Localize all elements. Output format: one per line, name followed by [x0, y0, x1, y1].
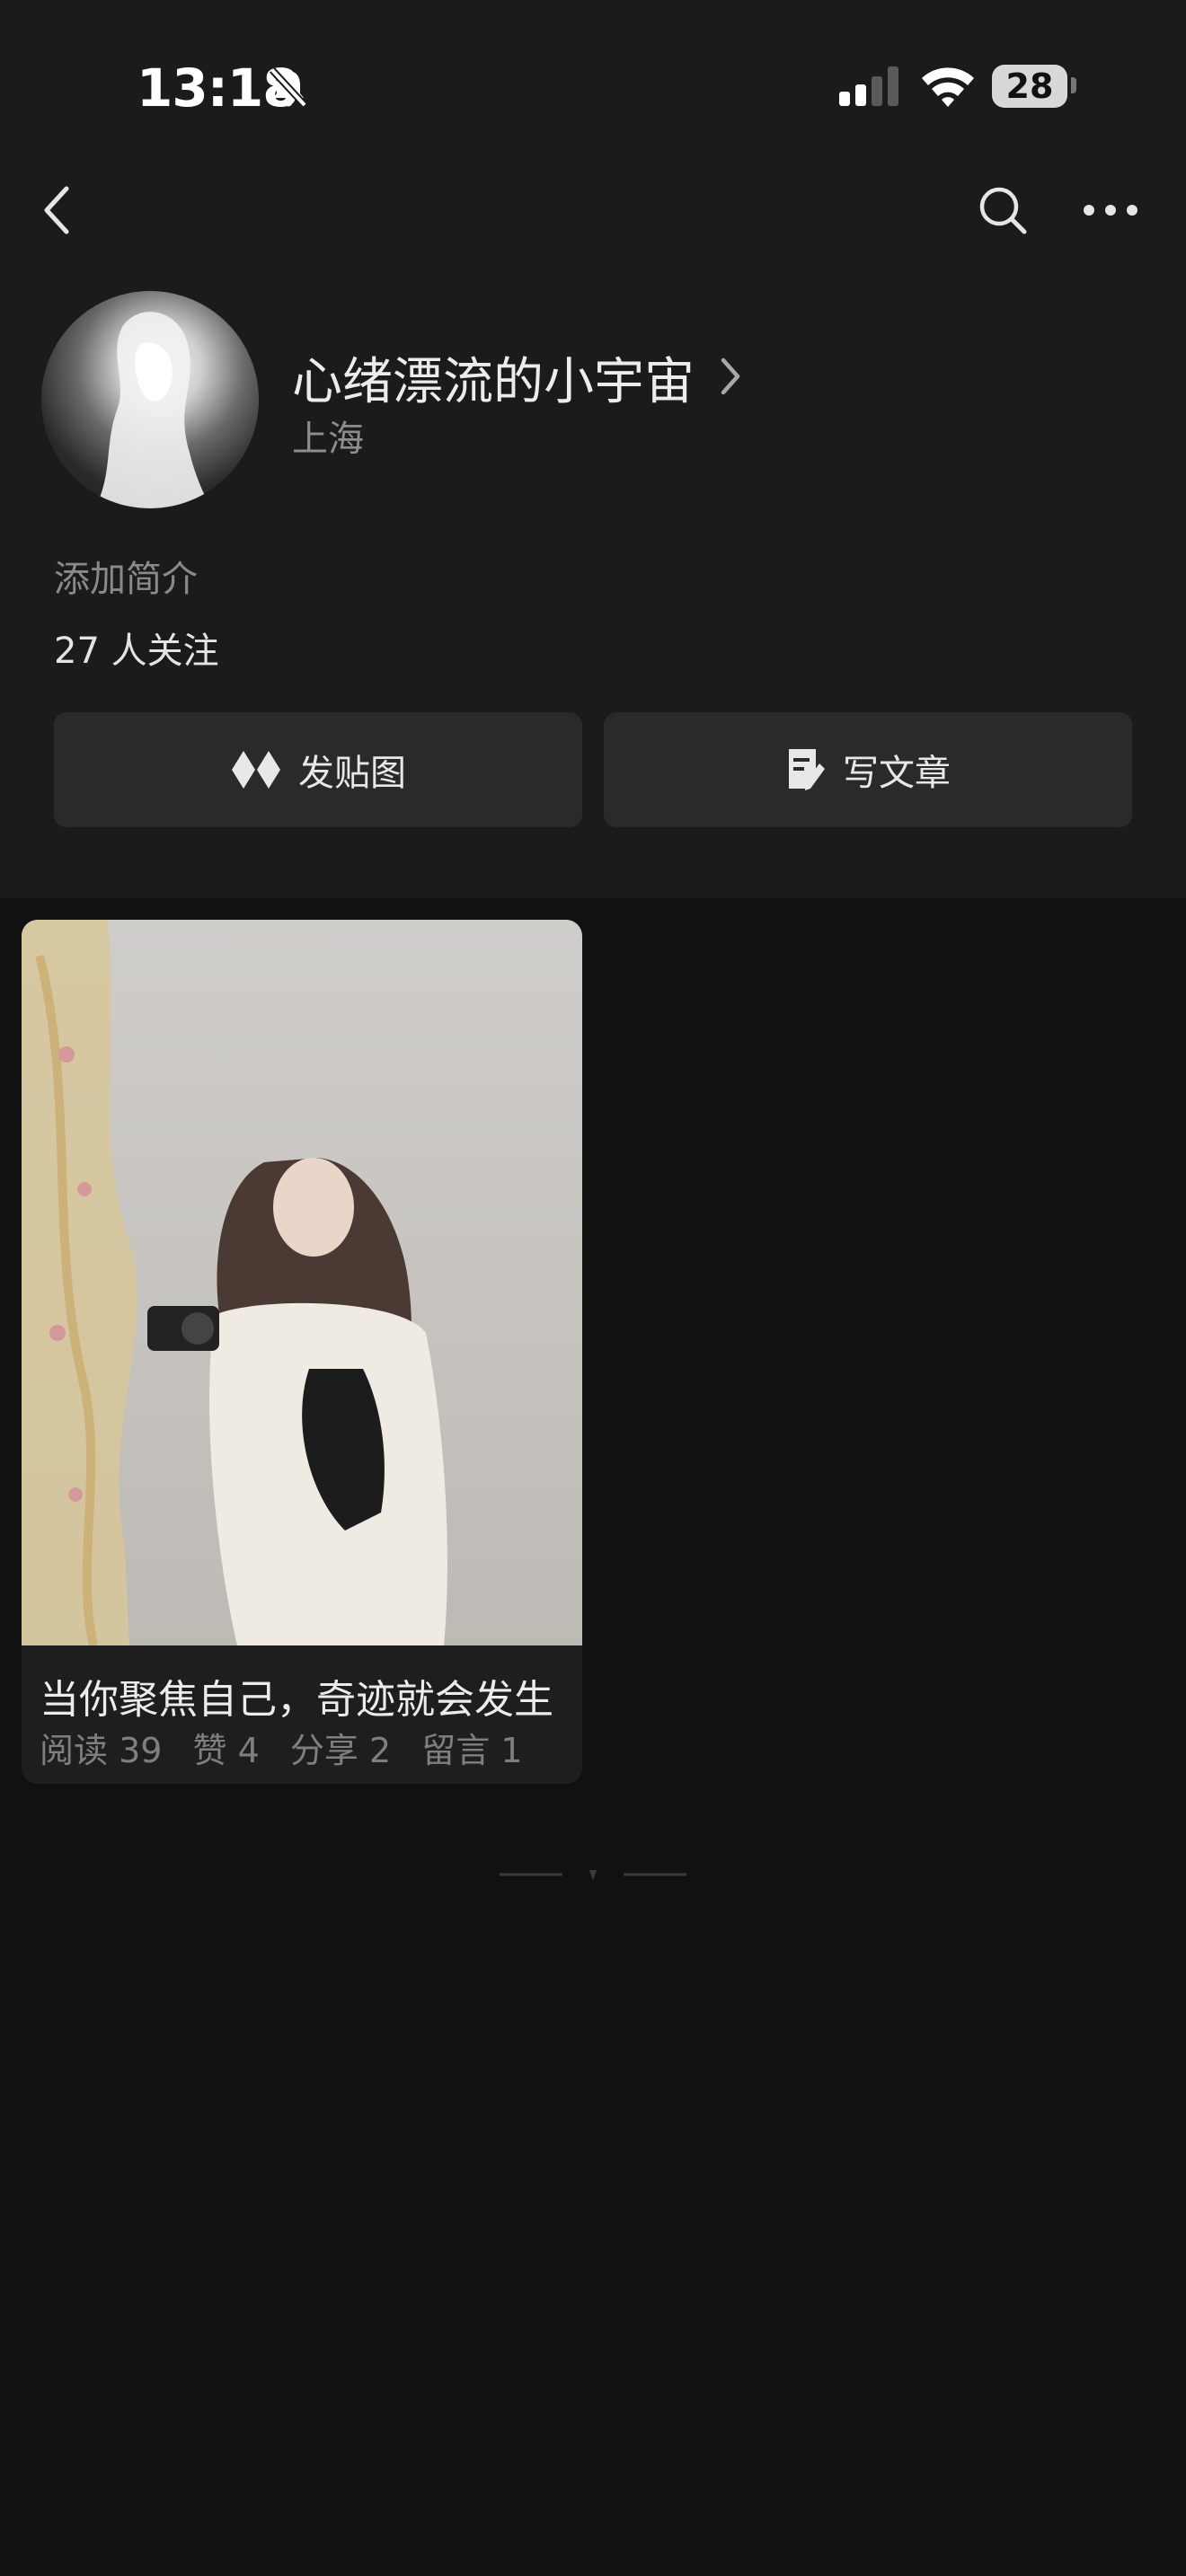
more-icon[interactable] — [1082, 203, 1139, 217]
post-image-button[interactable]: 发贴图 — [54, 712, 582, 827]
post-title[interactable]: 当你聚焦自己，奇迹就会发生 — [40, 1667, 579, 1725]
post-image-icon — [232, 751, 280, 789]
profile-location: 上海 — [292, 419, 364, 460]
wifi-icon — [922, 67, 974, 107]
post-stats: 阅读 39 赞 4 分享 2 留言 1 — [40, 1723, 543, 1772]
battery-tip — [1071, 77, 1076, 93]
write-article-label: 写文章 — [843, 753, 951, 794]
post-likes: 赞 4 — [192, 1731, 260, 1770]
post-card[interactable]: 当你聚焦自己，奇迹就会发生 阅读 39 赞 4 分享 2 留言 1 — [22, 920, 582, 1784]
post-comments: 留言 1 — [421, 1731, 523, 1770]
post-photo — [22, 920, 447, 1645]
signal-icon — [839, 66, 898, 106]
status-bar: 13:18 28 — [0, 0, 1186, 171]
back-icon[interactable] — [40, 183, 75, 237]
followers-count[interactable]: 27 人关注 — [54, 622, 219, 674]
post-shares: 分享 2 — [289, 1731, 392, 1770]
search-icon[interactable] — [978, 185, 1028, 235]
avatar-figure — [95, 312, 212, 508]
avatar[interactable] — [41, 291, 259, 508]
post-cover-image[interactable] — [22, 920, 582, 1645]
chevron-right-icon[interactable] — [719, 356, 742, 397]
profile-header: 13:18 28 心绪漂流的小宇宙 上海 添加简介 27 人关注 发贴图 写文章 — [0, 0, 1186, 898]
bell-slash-icon — [270, 67, 307, 108]
end-of-list-divider — [500, 1870, 686, 1881]
add-bio-link[interactable]: 添加简介 — [54, 550, 198, 602]
battery-indicator: 28 — [992, 65, 1067, 108]
profile-name[interactable]: 心绪漂流的小宇宙 — [292, 341, 695, 414]
write-article-icon — [789, 749, 825, 790]
post-image-label: 发贴图 — [298, 753, 406, 794]
write-article-button[interactable]: 写文章 — [604, 712, 1132, 827]
post-reads: 阅读 39 — [40, 1731, 163, 1770]
